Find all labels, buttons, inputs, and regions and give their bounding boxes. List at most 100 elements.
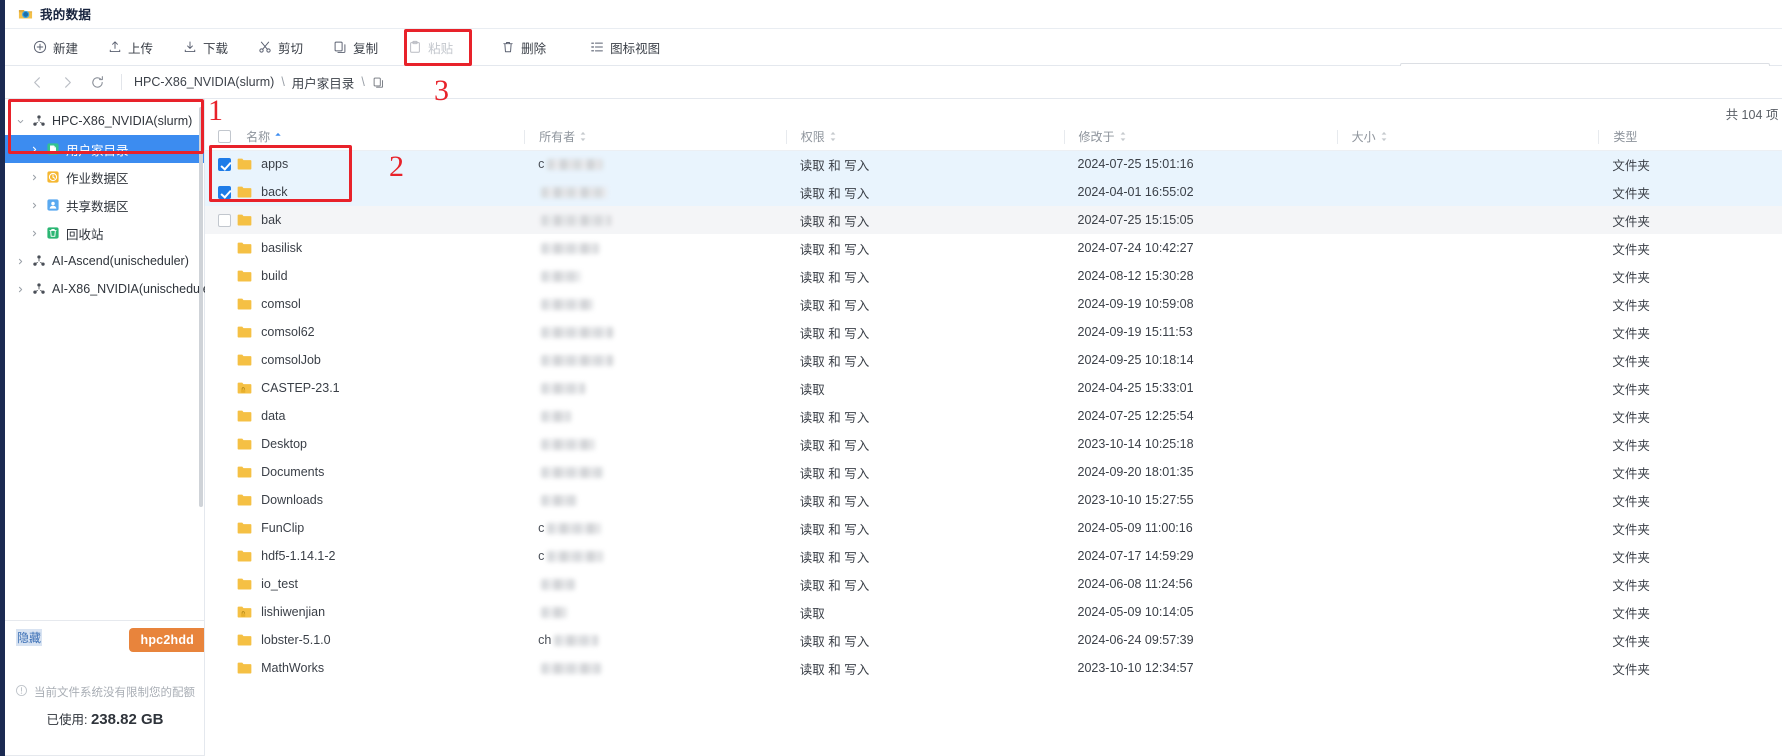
breadcrumb-item-cluster[interactable]: HPC-X86_NVIDIA(slurm): [134, 75, 274, 89]
table-row[interactable]: apps c 读取 和 写入 2024-07-25 15:01:16 文件夹: [205, 150, 1782, 178]
sidebar-scrollbar[interactable]: [199, 107, 203, 507]
sort-toggle-icon[interactable]: [829, 131, 837, 142]
column-header-permission[interactable]: 权限: [785, 124, 1064, 151]
row-name-cell[interactable]: build: [237, 262, 524, 290]
table-row[interactable]: data 读取 和 写入 2024-07-25 12:25:54 文件夹: [205, 402, 1782, 430]
table-row[interactable]: CASTEP-23.1 读取 2024-04-25 15:33:01 文件夹: [205, 374, 1782, 402]
table-row[interactable]: bak 读取 和 写入 2024-07-25 15:15:05 文件夹: [205, 206, 1782, 234]
sidebar-item-ai-ascend-unischeduler[interactable]: AI-Ascend(unischeduler): [5, 247, 204, 275]
row-checkbox-cell[interactable]: [205, 150, 237, 178]
icon-view-button[interactable]: 图标视图: [579, 33, 671, 61]
row-checkbox-cell[interactable]: [205, 374, 237, 402]
row-name-cell[interactable]: data: [237, 402, 524, 430]
row-name-cell[interactable]: MathWorks: [237, 654, 524, 682]
chevron-down-icon[interactable]: [15, 116, 25, 126]
cut-button[interactable]: 剪切: [247, 33, 314, 61]
row-name-cell[interactable]: CASTEP-23.1: [237, 374, 524, 402]
row-checkbox-cell[interactable]: [205, 346, 237, 374]
table-row[interactable]: io_test 读取 和 写入 2024-06-08 11:24:56 文件夹: [205, 570, 1782, 598]
table-row[interactable]: back 读取 和 写入 2024-04-01 16:55:02 文件夹: [205, 178, 1782, 206]
row-name-cell[interactable]: hdf5-1.14.1-2: [237, 542, 524, 570]
refresh-button[interactable]: [82, 67, 112, 97]
column-header-owner[interactable]: 所有者: [524, 124, 786, 151]
row-checkbox-cell[interactable]: [205, 542, 237, 570]
sidebar-item-recycle-bin[interactable]: 回收站: [5, 219, 204, 247]
copy-path-icon[interactable]: [372, 76, 385, 89]
upload-button[interactable]: 上传: [97, 33, 164, 61]
row-name-cell[interactable]: Documents: [237, 458, 524, 486]
row-checkbox-cell[interactable]: [205, 262, 237, 290]
breadcrumb-item-home[interactable]: 用户家目录: [292, 73, 355, 92]
row-checkbox-cell[interactable]: [205, 570, 237, 598]
chevron-right-icon[interactable]: [15, 284, 25, 294]
column-header-modified[interactable]: 修改于: [1063, 124, 1337, 151]
row-name-cell[interactable]: comsol62: [237, 318, 524, 346]
table-row[interactable]: hdf5-1.14.1-2 c 读取 和 写入 2024-07-17 14:59:29…: [205, 542, 1782, 570]
table-row[interactable]: Downloads 读取 和 写入 2023-10-10 15:27:55 文件夹: [205, 486, 1782, 514]
row-checkbox-cell[interactable]: [205, 178, 237, 206]
table-row[interactable]: basilisk 读取 和 写入 2024-07-24 10:42:27 文件夹: [205, 234, 1782, 262]
sidebar-item-user-home[interactable]: 用户家目录: [5, 135, 204, 163]
row-checkbox-cell[interactable]: [205, 318, 237, 346]
row-checkbox-cell[interactable]: [205, 486, 237, 514]
sort-toggle-icon[interactable]: [1380, 131, 1388, 142]
row-checkbox[interactable]: [218, 158, 231, 172]
row-checkbox-cell[interactable]: [205, 290, 237, 318]
row-name-cell[interactable]: lishiwenjian: [237, 598, 524, 626]
download-button[interactable]: 下载: [172, 33, 239, 61]
row-name-cell[interactable]: comsolJob: [237, 346, 524, 374]
back-button[interactable]: [22, 67, 52, 97]
sidebar-item-job-data[interactable]: 作业数据区: [5, 163, 204, 191]
hide-link[interactable]: 隐藏: [16, 629, 43, 646]
sort-toggle-icon[interactable]: [579, 131, 587, 142]
table-row[interactable]: comsol62 读取 和 写入 2024-09-19 15:11:53 文件夹: [205, 318, 1782, 346]
row-name-cell[interactable]: FunClip: [237, 514, 524, 542]
row-name-cell[interactable]: back: [237, 178, 524, 206]
row-name-cell[interactable]: lobster-5.1.0: [237, 626, 524, 654]
table-row[interactable]: lobster-5.1.0 ch 读取 和 写入 2024-06-24 09:57:3…: [205, 626, 1782, 654]
row-name-cell[interactable]: Desktop: [237, 430, 524, 458]
table-row[interactable]: build 读取 和 写入 2024-08-12 15:30:28 文件夹: [205, 262, 1782, 290]
row-checkbox-cell[interactable]: [205, 234, 237, 262]
row-checkbox-cell[interactable]: [205, 402, 237, 430]
row-name-cell[interactable]: bak: [237, 206, 524, 234]
table-row[interactable]: MathWorks 读取 和 写入 2023-10-10 12:34:57 文件夹: [205, 654, 1782, 682]
row-checkbox-cell[interactable]: [205, 458, 237, 486]
table-row[interactable]: comsol 读取 和 写入 2024-09-19 10:59:08 文件夹: [205, 290, 1782, 318]
select-all-checkbox[interactable]: [218, 130, 231, 144]
table-row[interactable]: comsolJob 读取 和 写入 2024-09-25 10:18:14 文件夹: [205, 346, 1782, 374]
chevron-right-icon[interactable]: [29, 172, 39, 182]
sort-asc-icon[interactable]: [274, 132, 282, 141]
row-name-cell[interactable]: io_test: [237, 570, 524, 598]
chevron-right-icon[interactable]: [29, 144, 39, 154]
table-row[interactable]: lishiwenjian 读取 2024-05-09 10:14:05 文件夹: [205, 598, 1782, 626]
sidebar-item-shared-data[interactable]: 共享数据区: [5, 191, 204, 219]
sort-toggle-icon[interactable]: [1119, 131, 1127, 142]
row-checkbox-cell[interactable]: [205, 654, 237, 682]
row-checkbox[interactable]: [218, 214, 231, 228]
sidebar-item-hpc-x86-nvidia-slurm[interactable]: HPC-X86_NVIDIA(slurm): [5, 107, 204, 135]
table-row[interactable]: Documents 读取 和 写入 2024-09-20 18:01:35 文件夹: [205, 458, 1782, 486]
chevron-right-icon[interactable]: [15, 256, 25, 266]
chevron-right-icon[interactable]: [29, 228, 39, 238]
delete-button[interactable]: 删除: [490, 33, 557, 61]
row-checkbox-cell[interactable]: [205, 626, 237, 654]
table-row[interactable]: FunClip c 读取 和 写入 2024-05-09 11:00:16 文件夹: [205, 514, 1782, 542]
column-header-name[interactable]: 名称: [237, 124, 525, 151]
forward-button[interactable]: [52, 67, 82, 97]
row-checkbox-cell[interactable]: [205, 598, 237, 626]
table-row[interactable]: Desktop 读取 和 写入 2023-10-14 10:25:18 文件夹: [205, 430, 1782, 458]
column-header-size[interactable]: 大小: [1336, 124, 1599, 151]
row-checkbox[interactable]: [218, 186, 231, 200]
row-checkbox-cell[interactable]: [205, 514, 237, 542]
row-name-cell[interactable]: apps: [237, 150, 524, 178]
new-button[interactable]: 新建: [22, 33, 89, 61]
chevron-right-icon[interactable]: [29, 200, 39, 210]
row-checkbox-cell[interactable]: [205, 206, 237, 234]
copy-button[interactable]: 复制: [322, 33, 389, 61]
row-name-cell[interactable]: Downloads: [237, 486, 524, 514]
row-name-cell[interactable]: basilisk: [237, 234, 524, 262]
row-name-cell[interactable]: comsol: [237, 290, 524, 318]
row-checkbox-cell[interactable]: [205, 430, 237, 458]
sidebar-item-ai-x86-nvidia-unischeduler[interactable]: AI-X86_NVIDIA(unischeduler): [5, 275, 218, 303]
